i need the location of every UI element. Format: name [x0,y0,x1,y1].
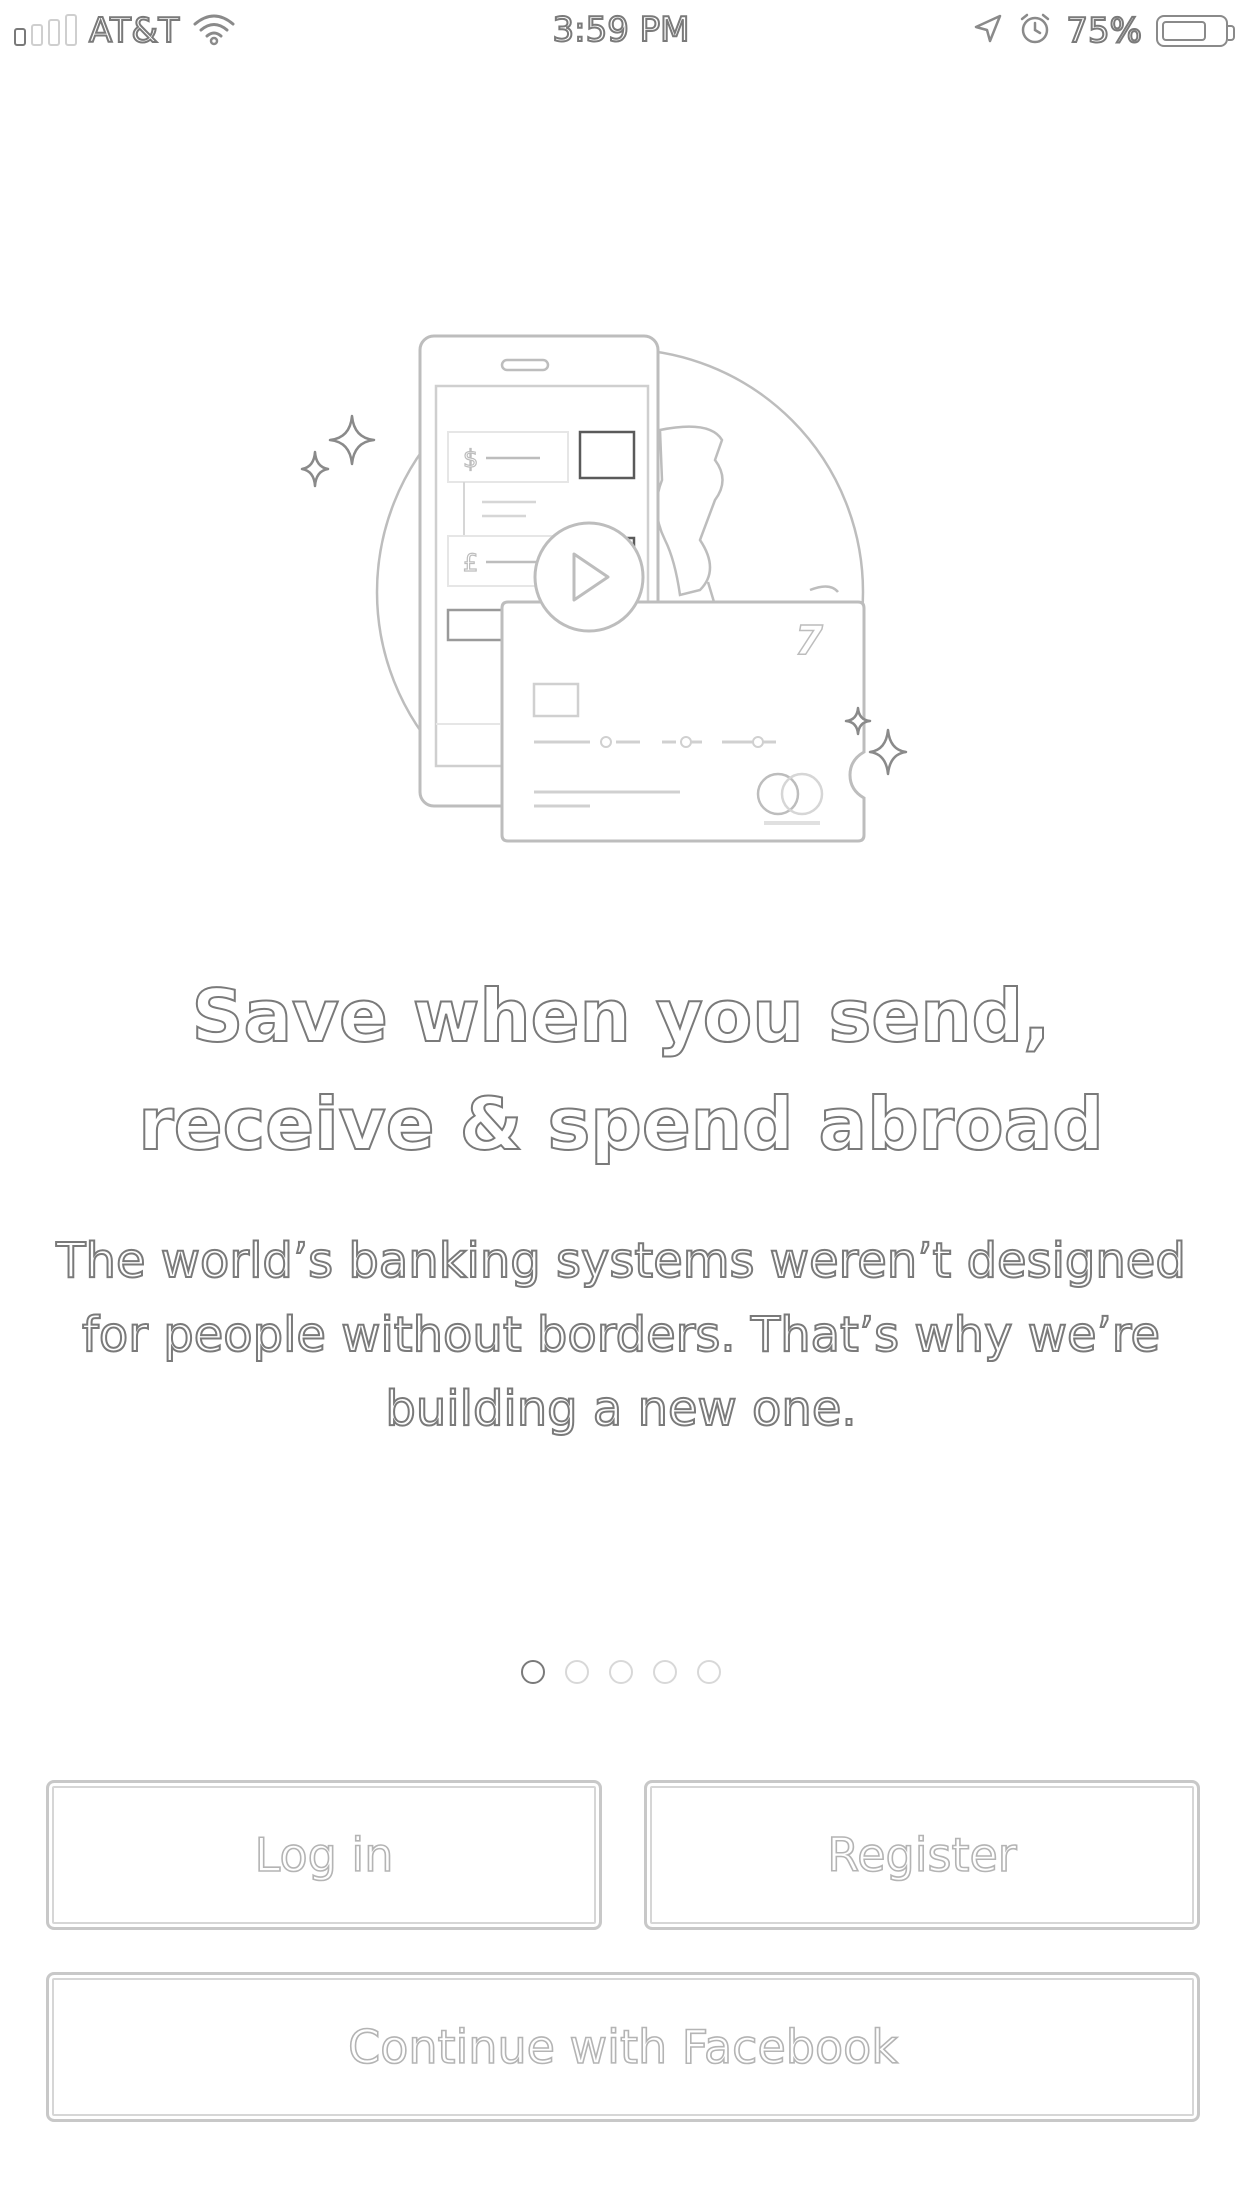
page-dot-1[interactable] [521,1660,545,1684]
svg-text:£: £ [463,549,478,577]
page-dot-3[interactable] [609,1660,633,1684]
page-dot-2[interactable] [565,1660,589,1684]
login-button[interactable]: Log in [46,1780,602,1930]
onboarding-body: The world’s banking systems weren’t desi… [55,1232,1187,1438]
battery-icon [1156,15,1235,47]
battery-percent: 75% [1065,10,1143,52]
page-dot-5[interactable] [697,1660,721,1684]
page-indicator[interactable] [0,1660,1242,1684]
svg-text:7: 7 [795,618,823,664]
hero-illustration: $ £ 7 [300,334,908,843]
location-arrow-icon [972,13,1004,49]
continue-with-facebook-button[interactable]: Continue with Facebook [46,1972,1200,2122]
svg-text:$: $ [463,445,478,473]
battery-level [1162,21,1206,41]
status-bar: AT&T 3:59 PM 75% [0,0,1242,62]
alarm-icon [1018,12,1052,50]
onboarding-headline: Save when you send, receive & spend abro… [137,973,1105,1167]
play-icon [533,521,645,633]
card-icon: 7 [500,600,866,843]
page-dot-4[interactable] [653,1660,677,1684]
status-bar-right: 75% [972,10,1235,52]
register-button[interactable]: Register [644,1780,1200,1930]
